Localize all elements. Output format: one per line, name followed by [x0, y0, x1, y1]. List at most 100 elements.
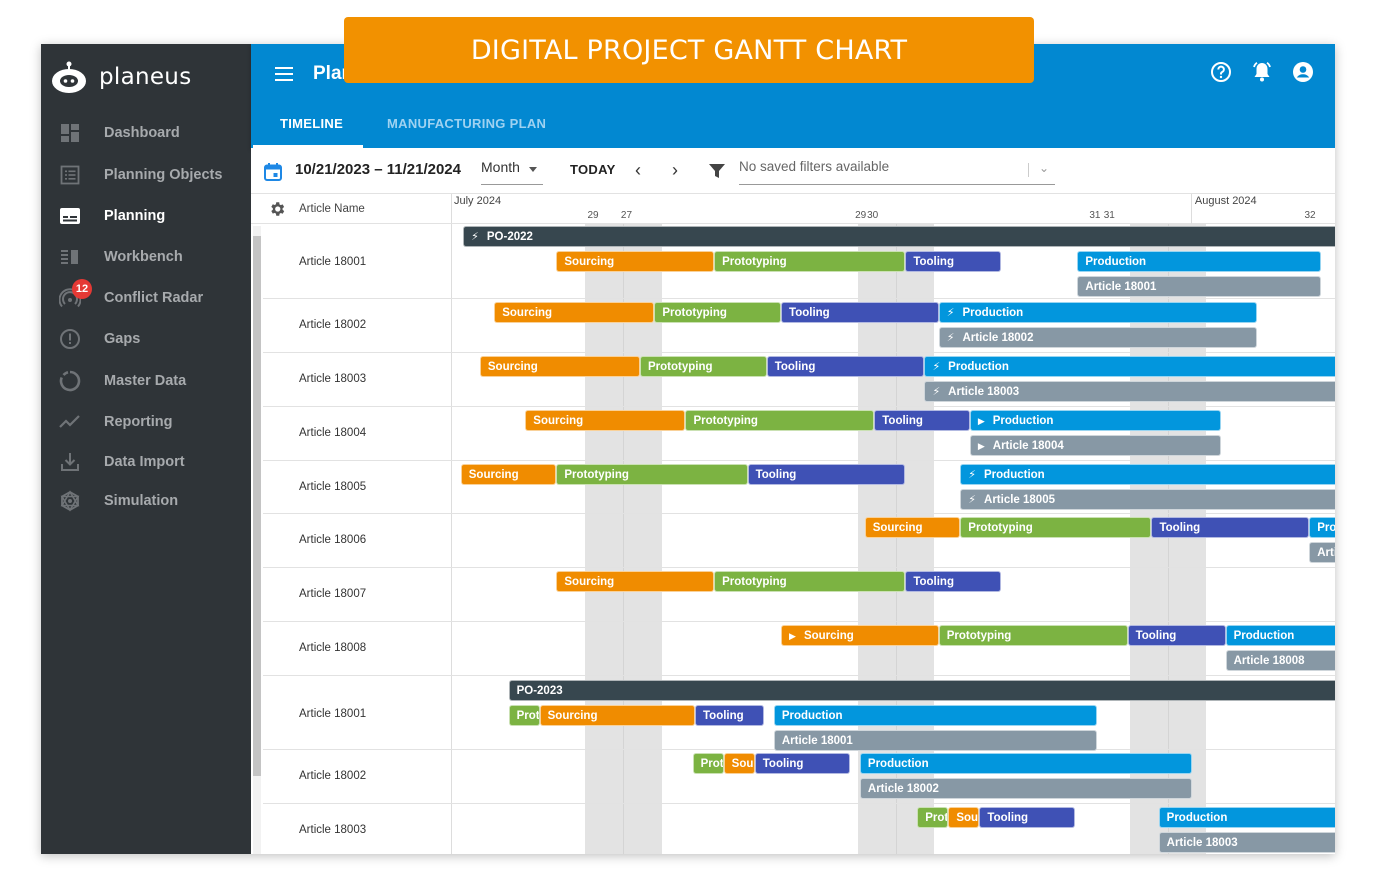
sourcing-bar[interactable]: Sourcing: [723, 753, 755, 774]
sidebar-item-dashboard[interactable]: Dashboard: [41, 118, 251, 148]
tooling-bar[interactable]: Tooling: [695, 705, 765, 726]
brand-logo[interactable]: planeus: [51, 60, 191, 94]
article-bar[interactable]: ⚡︎ Article 18003: [924, 381, 1335, 402]
scrollbar-thumb[interactable]: [253, 236, 261, 776]
gear-icon[interactable]: [268, 200, 286, 223]
tooling-bar[interactable]: Tooling: [747, 464, 906, 485]
sourcing-bar[interactable]: Sourcing: [556, 251, 715, 272]
sidebar-item-data-import[interactable]: Data Import: [41, 447, 251, 477]
bar-label: Article 18001: [1085, 281, 1157, 293]
prototyping-bar[interactable]: Prototyping: [938, 625, 1128, 646]
prototyping-bar[interactable]: Prototyping: [640, 356, 767, 377]
sidebar-item-simulation[interactable]: Simulation: [41, 486, 251, 516]
table-row[interactable]: Article 18001: [263, 224, 452, 299]
sourcing-bar[interactable]: Sourcing: [556, 571, 715, 592]
sourcing-bar[interactable]: Sourcing: [948, 807, 980, 828]
saved-filters-select[interactable]: No saved filters available ⌄: [739, 159, 1055, 185]
sourcing-bar[interactable]: Sourcing: [864, 517, 961, 538]
account-icon[interactable]: [1291, 60, 1315, 84]
article-bar[interactable]: ⚡︎ Article 18005: [960, 489, 1335, 510]
sourcing-bar[interactable]: Sourcing: [525, 410, 686, 431]
production-bar[interactable]: ⚡︎ Production: [938, 302, 1257, 323]
sourcing-bar[interactable]: Sourcing: [479, 356, 641, 377]
today-button[interactable]: TODAY: [570, 162, 616, 177]
tab-manufacturing-plan[interactable]: MANUFACTURING PLAN: [387, 116, 546, 131]
bell-icon[interactable]: [1250, 60, 1274, 84]
sourcing-bar[interactable]: Sourcing: [539, 705, 695, 726]
sourcing-bar[interactable]: Sourcing: [460, 464, 557, 485]
sidebar-item-planning[interactable]: Planning: [41, 201, 251, 231]
tooling-bar[interactable]: Tooling: [874, 410, 970, 431]
tab-timeline[interactable]: TIMELINE: [280, 116, 343, 131]
production-bar[interactable]: Production: [1225, 625, 1335, 646]
tooling-bar[interactable]: Tooling: [979, 807, 1075, 828]
tooling-bar[interactable]: Tooling: [1151, 517, 1310, 538]
production-bar[interactable]: Production: [859, 753, 1193, 774]
article-bar[interactable]: Article 18006: [1309, 542, 1335, 563]
production-bar[interactable]: Production: [1158, 807, 1335, 828]
production-bar[interactable]: ▶ Production: [969, 410, 1221, 431]
tooling-bar[interactable]: Tooling: [766, 356, 925, 377]
production-bar[interactable]: Production: [773, 705, 1097, 726]
calendar-icon[interactable]: [263, 162, 283, 187]
table-row[interactable]: Article 18003: [263, 804, 452, 854]
table-row[interactable]: Article 18006: [263, 514, 452, 568]
prototyping-bar[interactable]: Prototyping: [654, 302, 782, 323]
prototyping-bar[interactable]: Prototyping: [917, 807, 949, 828]
order-bar[interactable]: PO-2023: [508, 680, 1335, 701]
row-divider: [452, 567, 1335, 568]
notification-badge: 12: [72, 279, 92, 299]
sidebar-item-gaps[interactable]: Gaps: [41, 324, 251, 354]
article-bar[interactable]: Article 18002: [859, 778, 1193, 799]
article-bar[interactable]: Article 18001: [1077, 276, 1322, 297]
table-row[interactable]: Article 18002: [263, 299, 452, 353]
production-bar[interactable]: Production: [1309, 517, 1335, 538]
play-icon: ▶: [789, 631, 796, 641]
article-bar[interactable]: ⚡︎ Article 18002: [938, 327, 1257, 348]
production-bar[interactable]: ⚡︎ Production: [960, 464, 1335, 485]
prototyping-bar[interactable]: Prototyping: [714, 251, 906, 272]
previous-button[interactable]: ‹: [635, 160, 641, 181]
tooling-bar[interactable]: Tooling: [905, 251, 1001, 272]
table-row[interactable]: Article 18008: [263, 622, 452, 676]
prototyping-bar[interactable]: Prototyping: [714, 571, 906, 592]
prototyping-bar[interactable]: Prototyping: [692, 753, 724, 774]
filter-placeholder: No saved filters available: [739, 159, 890, 174]
sidebar-item-master-data[interactable]: Master Data: [41, 366, 251, 396]
filter-icon[interactable]: [708, 162, 726, 185]
table-row[interactable]: Article 18003: [263, 353, 452, 407]
production-bar[interactable]: ⚡︎ Production: [924, 356, 1335, 377]
prototyping-bar[interactable]: Prototyping: [960, 517, 1152, 538]
scale-select[interactable]: Month: [481, 159, 543, 185]
menu-icon[interactable]: [275, 66, 295, 87]
article-bar[interactable]: ▶ Article 18004: [969, 435, 1221, 456]
article-bar[interactable]: Article 18003: [1158, 832, 1335, 853]
sidebar-item-reporting[interactable]: Reporting: [41, 407, 251, 437]
sourcing-bar[interactable]: Sourcing: [494, 302, 655, 323]
next-button[interactable]: ›: [672, 160, 678, 181]
help-icon[interactable]: [1209, 60, 1233, 84]
sidebar-item-planning-objects[interactable]: Planning Objects: [41, 160, 251, 190]
table-row[interactable]: Article 18005: [263, 461, 452, 514]
prototyping-bar[interactable]: Prototyping: [508, 705, 540, 726]
sourcing-bar[interactable]: ▶ Sourcing: [781, 625, 939, 646]
tooling-bar[interactable]: Tooling: [754, 753, 851, 774]
production-bar[interactable]: Production: [1077, 251, 1322, 272]
table-row[interactable]: Article 18002: [263, 750, 452, 804]
sidebar-item-workbench[interactable]: Workbench: [41, 242, 251, 272]
date-range[interactable]: 10/21/2023 – 11/21/2024: [295, 161, 461, 178]
tooling-bar[interactable]: Tooling: [781, 302, 939, 323]
tooling-bar[interactable]: Tooling: [905, 571, 1001, 592]
table-row[interactable]: Article 18007: [263, 568, 452, 622]
prototyping-bar[interactable]: Prototyping: [556, 464, 748, 485]
column-header-label[interactable]: Article Name: [299, 203, 365, 215]
sidebar-item-conflict-radar[interactable]: 12 Conflict Radar: [41, 279, 251, 313]
bar-label: Sourcing: [468, 469, 519, 481]
table-row[interactable]: Article 18004: [263, 407, 452, 461]
order-bar[interactable]: ⚡︎ PO-2022: [463, 226, 1335, 247]
tooling-bar[interactable]: Tooling: [1127, 625, 1226, 646]
article-bar[interactable]: Article 18008: [1225, 650, 1335, 671]
article-bar[interactable]: Article 18001: [773, 730, 1097, 751]
prototyping-bar[interactable]: Prototyping: [685, 410, 875, 431]
table-row[interactable]: Article 18001: [263, 676, 452, 750]
